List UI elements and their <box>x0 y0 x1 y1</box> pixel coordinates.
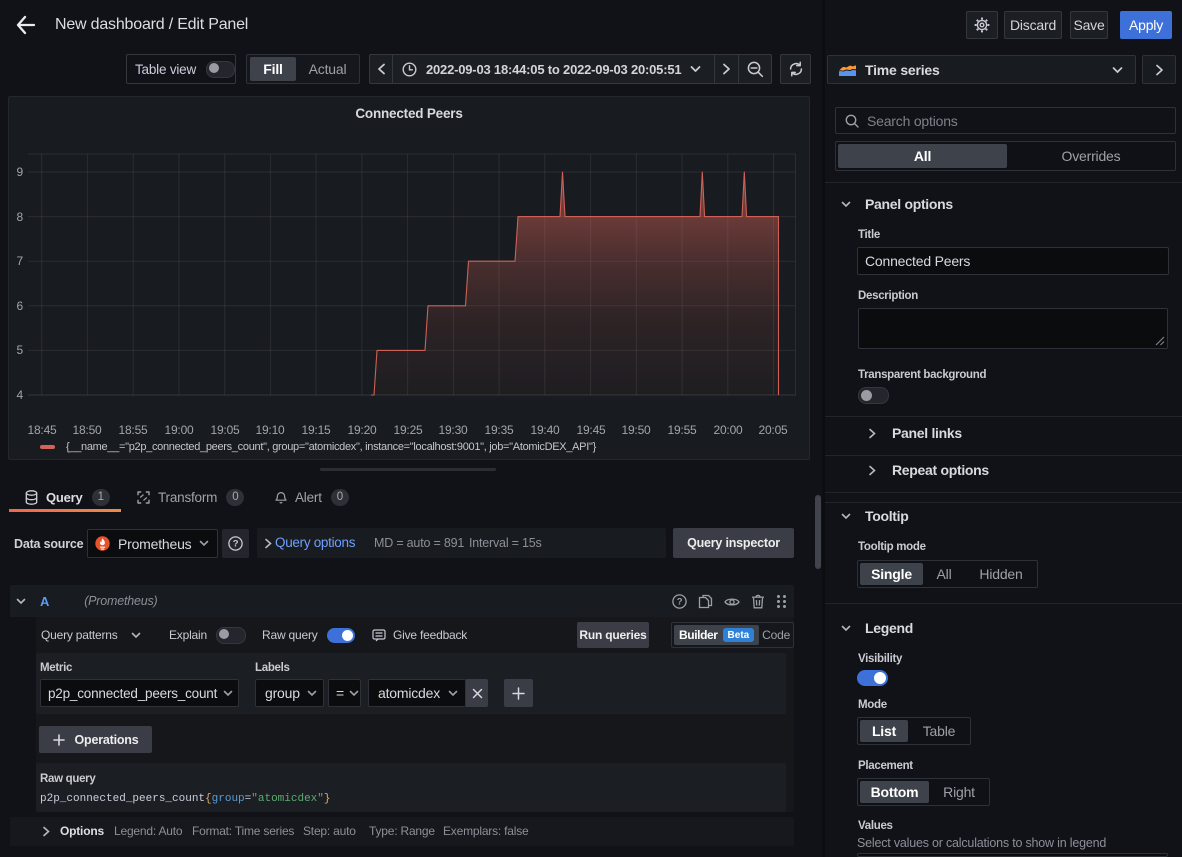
svg-text:?: ? <box>233 539 239 550</box>
svg-text:?: ? <box>677 597 683 608</box>
